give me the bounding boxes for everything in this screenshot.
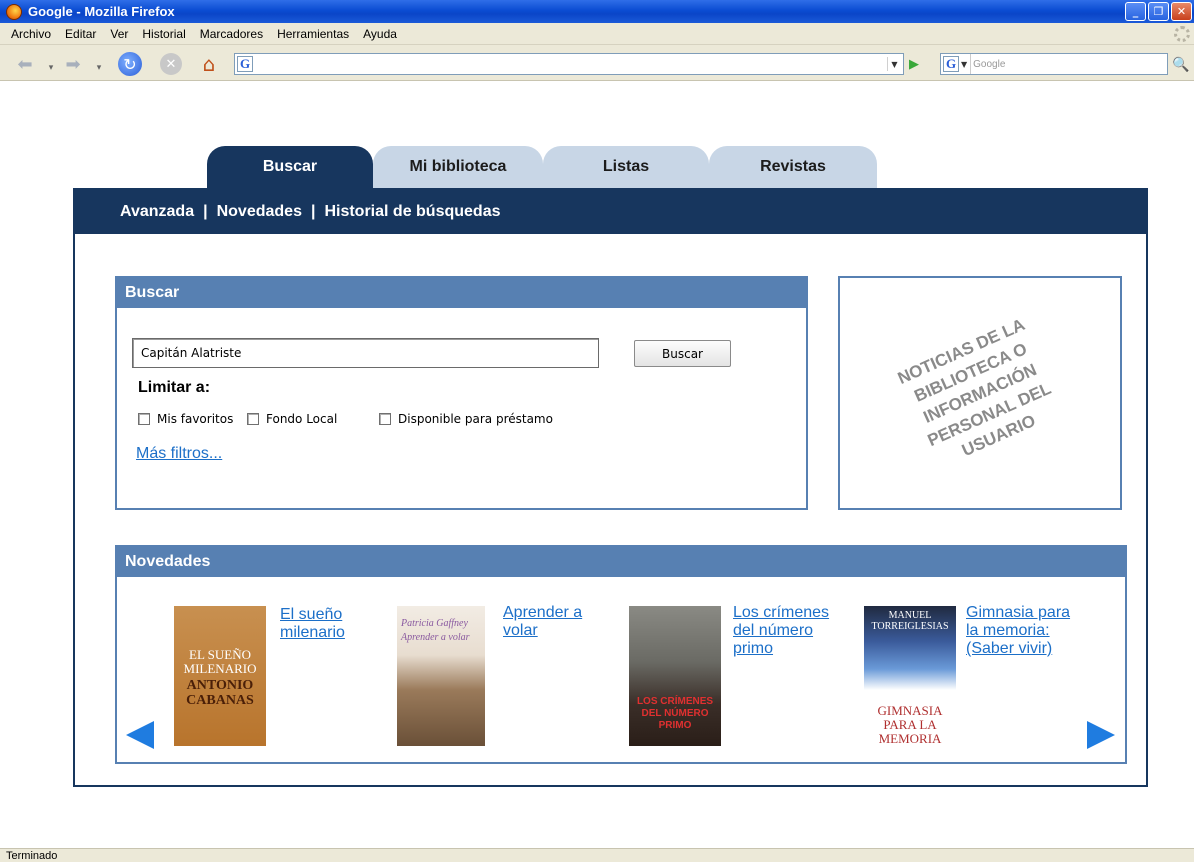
magnifier-icon[interactable]: 🔍 [1172,56,1190,74]
tab-buscar[interactable]: Buscar [207,146,373,188]
novedades-title: Novedades [117,547,1125,577]
search-panel-title: Buscar [117,278,806,308]
checkbox-disponible[interactable] [379,413,391,425]
search-input[interactable]: Capitán Alatriste [132,338,599,368]
minimize-icon[interactable]: _ [1125,2,1146,21]
firefox-logo-icon [6,3,22,20]
sub-navigation: Avanzada | Novedades | Historial de búsq… [75,190,1146,234]
menu-marcadores[interactable]: Marcadores [193,27,270,41]
search-input-value: Capitán Alatriste [141,346,242,360]
web-search-bar[interactable]: G ▼ Google [940,53,1168,75]
cover-title: LOS CRÍMENES DEL NÚMERO PRIMO [636,696,714,731]
url-dropdown-icon[interactable]: ▼ [887,57,901,71]
go-arrow-icon[interactable]: ▶ [906,56,922,72]
url-bar[interactable]: G ▼ [234,53,904,75]
search-button[interactable]: Buscar [634,340,731,367]
subnav-avanzada[interactable]: Avanzada [120,203,194,221]
book-title-link[interactable]: El sueño milenario [280,606,370,642]
library-news-box: NOTICIAS DE LA BIBLIOTECA O INFORMACIÓN … [838,276,1122,510]
search-engine-dropdown-icon[interactable]: ▼ [961,60,967,69]
subnav-historial[interactable]: Historial de búsquedas [324,203,500,221]
filter-label: Mis favoritos [157,412,234,426]
status-bar: Terminado [0,848,1194,862]
main-content: Avanzada | Novedades | Historial de búsq… [73,188,1148,787]
cover-title: EL SUEÑO MILENARIO [183,647,257,676]
book-cover[interactable]: EL SUEÑO MILENARIO ANTONIO CABANAS [174,606,266,746]
checkbox-fondo-local[interactable] [247,413,259,425]
window-title: Google - Mozilla Firefox [28,4,175,19]
tab-revistas[interactable]: Revistas [709,146,877,188]
book-cover[interactable]: MANUEL TORREIGLESIAS GIMNASIA PARA LA ME… [864,606,956,746]
book-title-link[interactable]: Los crímenes del número primo [733,604,851,658]
filter-label: Disponible para préstamo [398,412,553,426]
next-arrow-icon[interactable] [1087,721,1115,749]
menu-ayuda[interactable]: Ayuda [356,27,404,41]
navigation-toolbar: ⬅ ▾ ➡ ▾ ↻ ✕ ⌂ G ▼ ▶ G ▼ Google 🔍 [0,45,1194,81]
back-arrow-icon[interactable]: ⬅ [14,53,36,75]
throbber-icon [1174,26,1190,42]
book-title-link[interactable]: Gimnasia para la memoria: (Saber vivir) [966,604,1078,658]
stop-icon[interactable]: ✕ [160,53,182,75]
menu-historial[interactable]: Historial [135,27,192,41]
filter-mis-favoritos[interactable]: Mis favoritos [138,412,233,426]
close-icon[interactable]: ✕ [1171,2,1192,21]
search-panel: Buscar Capitán Alatriste Buscar Limitar … [115,276,808,510]
news-text-wrapper: NOTICIAS DE LA BIBLIOTECA O INFORMACIÓN … [840,278,1120,508]
site-favicon-icon: G [237,56,253,72]
menu-bar: Archivo Editar Ver Historial Marcadores … [0,23,1194,45]
window-titlebar: Google - Mozilla Firefox _ ❐ ✕ [0,0,1194,23]
window-controls: _ ❐ ✕ [1125,2,1192,21]
novedades-panel: Novedades EL SUEÑO MILENARIO ANTONIO CAB… [115,545,1127,764]
filter-label: Fondo Local [266,412,338,426]
book-title-link[interactable]: Aprender a volar [503,604,613,640]
subnav-separator: | [203,203,208,220]
subnav-separator: | [310,203,316,220]
maximize-icon[interactable]: ❐ [1148,2,1169,21]
search-engine-icon[interactable]: G [943,56,959,72]
forward-arrow-icon[interactable]: ➡ [62,53,84,75]
forward-dropdown-icon[interactable]: ▾ [94,57,104,79]
cover-author: Patricia Gaffney [401,618,468,629]
previous-arrow-icon[interactable] [126,721,154,749]
search-placeholder: Google [970,54,1005,74]
cover-title: Aprender a volar [401,632,470,643]
menu-herramientas[interactable]: Herramientas [270,27,356,41]
filter-disponible[interactable]: Disponible para préstamo [379,412,553,426]
book-cover[interactable]: Patricia Gaffney Aprender a volar [397,606,485,746]
limit-label: Limitar a: [138,379,211,396]
more-filters-link[interactable]: Más filtros... [136,445,222,463]
filter-fondo-local[interactable]: Fondo Local [247,412,337,426]
menu-editar[interactable]: Editar [58,27,103,41]
checkbox-mis-favoritos[interactable] [138,413,150,425]
tab-mi-biblioteca[interactable]: Mi biblioteca [373,146,543,188]
cover-title: GIMNASIA PARA LA MEMORIA [877,703,943,746]
reload-icon[interactable]: ↻ [118,52,142,76]
subnav-novedades[interactable]: Novedades [217,203,302,221]
news-text: NOTICIAS DE LA BIBLIOTECA O INFORMACIÓN … [894,314,1054,460]
cover-author: ANTONIO CABANAS [186,678,254,708]
home-icon[interactable]: ⌂ [198,52,220,76]
back-dropdown-icon[interactable]: ▾ [46,57,56,79]
tab-listas[interactable]: Listas [543,146,709,188]
menu-ver[interactable]: Ver [103,27,135,41]
menu-archivo[interactable]: Archivo [4,27,58,41]
book-cover[interactable]: LOS CRÍMENES DEL NÚMERO PRIMO [629,606,721,746]
cover-author: MANUEL TORREIGLESIAS [871,610,949,632]
